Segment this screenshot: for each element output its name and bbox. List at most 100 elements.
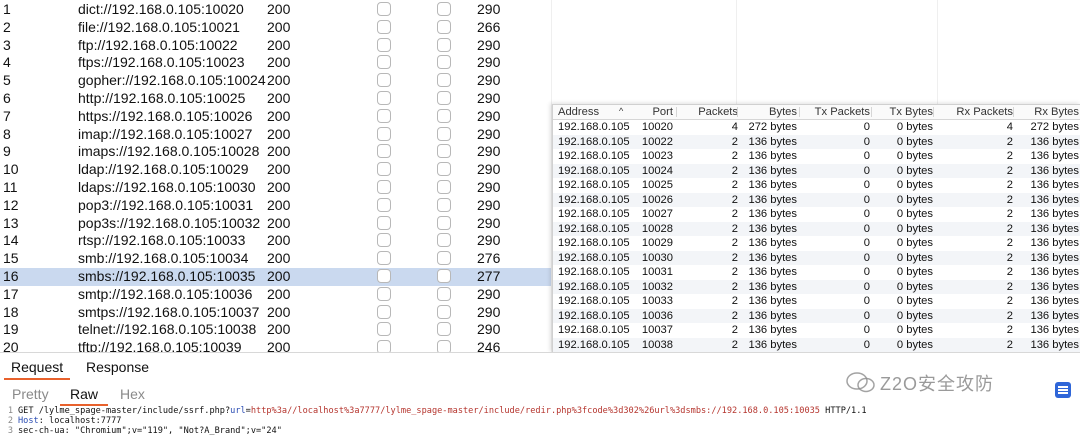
endpoint-row[interactable]: 192.168.0.105 10029 2 136 bytes 0 0 bytes 2 136… — [553, 236, 1080, 251]
error-checkbox[interactable] — [377, 180, 391, 194]
endpoint-row[interactable]: 192.168.0.105 10027 2 136 bytes 0 0 bytes 2 136… — [553, 207, 1080, 222]
row-number: 6 — [3, 90, 11, 106]
result-row[interactable]: 18 smtps://192.168.0.105:10037 200 290 — [0, 304, 551, 322]
timeout-checkbox[interactable] — [437, 251, 451, 266]
timeout-checkbox[interactable] — [437, 286, 451, 301]
error-checkbox[interactable] — [377, 91, 391, 105]
timeout-checkbox[interactable] — [437, 2, 451, 16]
header-separator[interactable] — [933, 107, 934, 117]
result-row[interactable]: 3 ftp://192.168.0.105:10022 200 290 — [0, 37, 551, 55]
error-checkbox[interactable] — [377, 2, 391, 16]
result-row[interactable]: 15 smb://192.168.0.105:10034 200 276 — [0, 250, 551, 268]
endpoint-row[interactable]: 192.168.0.105 10025 2 136 bytes 0 0 bytes 2 136… — [553, 178, 1080, 193]
endpoint-row[interactable]: 192.168.0.105 10026 2 136 bytes 0 0 bytes 2 136… — [553, 192, 1080, 207]
timeout-checkbox[interactable] — [437, 91, 451, 105]
endpoint-row[interactable]: 192.168.0.105 10020 4 272 bytes 0 0 bytes 4 272… — [553, 120, 1080, 135]
result-row[interactable]: 8 imap://192.168.0.105:10027 200 290 — [0, 126, 551, 144]
error-checkbox[interactable] — [377, 233, 391, 248]
header-separator[interactable] — [1013, 107, 1014, 117]
request-line-2[interactable]: 2 Host: localhost:7777 — [0, 416, 122, 426]
cell-tx-bytes: 0 bytes — [896, 150, 933, 162]
error-checkbox[interactable] — [377, 144, 391, 159]
endpoint-row[interactable]: 192.168.0.105 10032 2 136 bytes 0 0 bytes 2 136… — [553, 279, 1080, 294]
error-checkbox[interactable] — [377, 215, 391, 230]
header-separator[interactable] — [799, 107, 800, 117]
request-line-1[interactable]: 1 GET /lylme_spage-master/include/ssrf.ph… — [0, 406, 867, 416]
error-checkbox[interactable] — [377, 269, 391, 283]
header-separator[interactable] — [737, 107, 738, 117]
result-row[interactable]: 6 http://192.168.0.105:10025 200 290 — [0, 90, 551, 108]
endpoint-row[interactable]: 192.168.0.105 10030 2 136 bytes 0 0 bytes 2 136… — [553, 250, 1080, 265]
result-row[interactable]: 9 imaps://192.168.0.105:10028 200 290 — [0, 143, 551, 161]
timeout-checkbox[interactable] — [437, 108, 451, 123]
endpoint-row[interactable]: 192.168.0.105 10031 2 136 bytes 0 0 bytes 2 136… — [553, 265, 1080, 280]
timeout-checkbox[interactable] — [437, 55, 451, 70]
timeout-checkbox[interactable] — [437, 233, 451, 248]
error-checkbox[interactable] — [377, 37, 391, 52]
endpoint-row[interactable]: 192.168.0.105 10028 2 136 bytes 0 0 bytes 2 136… — [553, 221, 1080, 236]
endpoint-row[interactable]: 192.168.0.105 10037 2 136 bytes 0 0 bytes 2 136… — [553, 323, 1080, 338]
header-separator[interactable] — [676, 107, 677, 117]
error-checkbox[interactable] — [377, 108, 391, 123]
timeout-checkbox[interactable] — [437, 269, 451, 283]
column-header-packets[interactable]: Packets — [678, 106, 738, 118]
result-row[interactable]: 19 telnet://192.168.0.105:10038 200 290 — [0, 321, 551, 339]
result-row[interactable]: 1 dict://192.168.0.105:10020 200 290 — [0, 1, 551, 19]
result-row[interactable]: 17 smtp://192.168.0.105:10036 200 290 — [0, 286, 551, 304]
timeout-checkbox[interactable] — [437, 37, 451, 52]
result-row[interactable]: 13 pop3s://192.168.0.105:10032 200 290 — [0, 215, 551, 233]
result-row[interactable]: 11 ldaps://192.168.0.105:10030 200 290 — [0, 179, 551, 197]
timeout-checkbox[interactable] — [437, 73, 451, 88]
timeout-checkbox[interactable] — [437, 180, 451, 194]
error-checkbox[interactable] — [377, 304, 391, 319]
error-checkbox[interactable] — [377, 251, 391, 266]
error-checkbox[interactable] — [377, 126, 391, 141]
error-checkbox[interactable] — [377, 197, 391, 212]
timeout-checkbox[interactable] — [437, 19, 451, 34]
error-checkbox[interactable] — [377, 286, 391, 301]
column-header-rx-bytes[interactable]: Rx Bytes — [1015, 106, 1079, 118]
cell-tx-bytes: 0 bytes — [896, 179, 933, 191]
timeout-checkbox[interactable] — [437, 144, 451, 159]
timeout-checkbox[interactable] — [437, 215, 451, 230]
result-row[interactable]: 7 https://192.168.0.105:10026 200 290 — [0, 108, 551, 126]
endpoint-row[interactable]: 192.168.0.105 10023 2 136 bytes 0 0 bytes 2 136… — [553, 149, 1080, 164]
menu-icon[interactable] — [1055, 382, 1071, 398]
result-row[interactable]: 16 smbs://192.168.0.105:10035 200 277 — [0, 268, 551, 286]
error-checkbox[interactable] — [377, 322, 391, 337]
timeout-checkbox[interactable] — [437, 197, 451, 212]
endpoint-row[interactable]: 192.168.0.105 10022 2 136 bytes 0 0 bytes 2 136… — [553, 134, 1080, 149]
error-checkbox[interactable] — [377, 340, 391, 352]
result-row[interactable]: 4 ftps://192.168.0.105:10023 200 290 — [0, 54, 551, 72]
error-checkbox[interactable] — [377, 19, 391, 34]
timeout-checkbox[interactable] — [437, 340, 451, 352]
column-header-tx-bytes[interactable]: Tx Bytes — [873, 106, 933, 118]
error-checkbox[interactable] — [377, 55, 391, 70]
endpoint-row[interactable]: 192.168.0.105 10033 2 136 bytes 0 0 bytes 2 136… — [553, 294, 1080, 309]
tab-response[interactable]: Response — [86, 359, 149, 375]
result-row[interactable]: 10 ldap://192.168.0.105:10029 200 290 — [0, 161, 551, 179]
column-header-tx-packets[interactable]: Tx Packets — [800, 106, 870, 118]
subtab-hex[interactable]: Hex — [120, 386, 145, 402]
result-row[interactable]: 5 gopher://192.168.0.105:10024 200 290 — [0, 72, 551, 90]
endpoint-row[interactable]: 192.168.0.105 10024 2 136 bytes 0 0 bytes 2 136… — [553, 163, 1080, 178]
subtab-raw[interactable]: Raw — [70, 386, 98, 402]
request-line-3[interactable]: 3 sec-ch-ua: "Chromium";v="119", "Not?A_B… — [0, 426, 282, 436]
tab-request[interactable]: Request — [11, 359, 63, 375]
error-checkbox[interactable] — [377, 162, 391, 177]
result-row[interactable]: 2 file://192.168.0.105:10021 200 266 — [0, 19, 551, 37]
result-row[interactable]: 14 rtsp://192.168.0.105:10033 200 290 — [0, 232, 551, 250]
endpoint-row[interactable]: 192.168.0.105 10036 2 136 bytes 0 0 bytes 2 136… — [553, 308, 1080, 323]
subtab-pretty[interactable]: Pretty — [12, 386, 49, 402]
result-row[interactable]: 20 tftp://192.168.0.105:10039 200 246 — [0, 339, 551, 352]
header-separator[interactable] — [871, 107, 872, 117]
endpoint-row[interactable]: 192.168.0.105 10038 2 136 bytes 0 0 bytes 2 136… — [553, 337, 1080, 352]
timeout-checkbox[interactable] — [437, 304, 451, 319]
timeout-checkbox[interactable] — [437, 126, 451, 141]
column-header-rx-packets[interactable]: Rx Packets — [936, 106, 1013, 118]
error-checkbox[interactable] — [377, 73, 391, 88]
column-header-bytes[interactable]: Bytes — [739, 106, 797, 118]
timeout-checkbox[interactable] — [437, 322, 451, 337]
timeout-checkbox[interactable] — [437, 162, 451, 177]
result-row[interactable]: 12 pop3://192.168.0.105:10031 200 290 — [0, 197, 551, 215]
